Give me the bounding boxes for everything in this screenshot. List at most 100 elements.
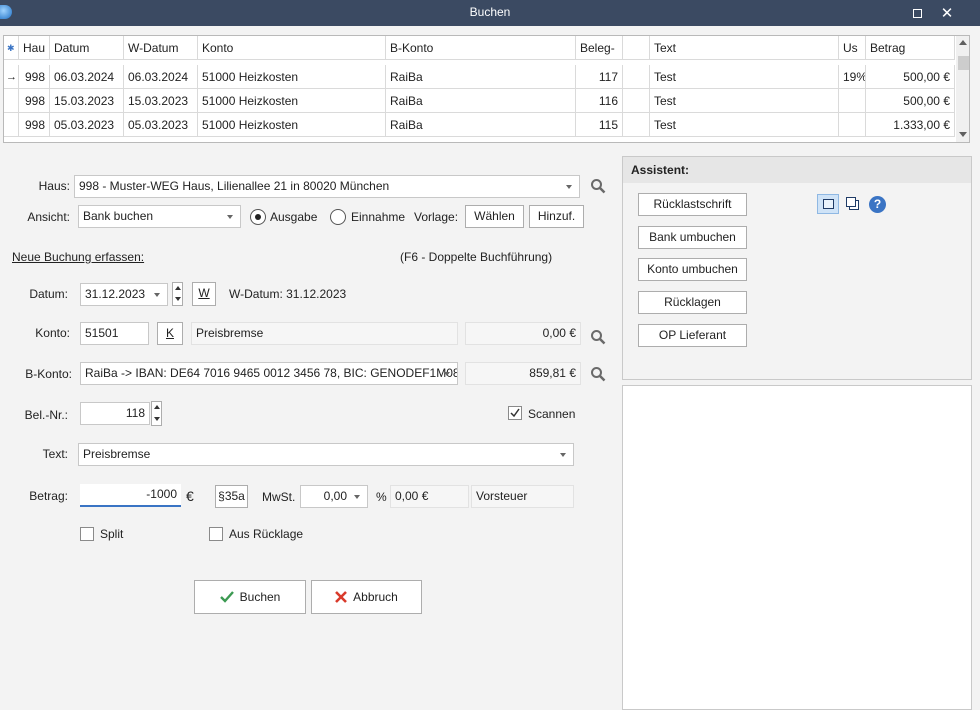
ruecklastschrift-button[interactable]: Rücklastschrift <box>638 193 747 216</box>
select-all-icon[interactable]: ✱ <box>4 36 19 60</box>
konto-search-icon[interactable] <box>590 329 606 345</box>
stepper-up-icon[interactable] <box>175 286 181 290</box>
table-row[interactable]: → 998 06.03.2024 06.03.2024 51000 Heizko… <box>4 65 955 89</box>
single-window-button[interactable] <box>817 194 839 214</box>
details-panel <box>622 385 972 710</box>
help-icon[interactable]: ? <box>869 196 886 213</box>
datum-label: Datum: <box>29 287 68 301</box>
table-cell: 06.03.2024 <box>50 65 124 89</box>
table-cell: 19% <box>839 65 866 89</box>
datum-stepper[interactable] <box>172 282 183 306</box>
belnr-field[interactable]: 118 <box>80 402 150 425</box>
bkonto-select[interactable]: RaiBa -> IBAN: DE64 7016 9465 0012 3456 … <box>80 362 458 385</box>
scannen-checkbox[interactable] <box>508 406 522 420</box>
scroll-thumb[interactable] <box>958 56 969 70</box>
split-checkbox[interactable] <box>80 527 94 541</box>
cascade-windows-icon <box>846 197 856 207</box>
stepper-down-icon[interactable] <box>175 297 181 301</box>
column-header[interactable]: Konto <box>198 36 386 60</box>
haus-search-icon[interactable] <box>590 178 606 194</box>
table-row[interactable]: 998 05.03.2023 05.03.2023 51000 Heizkost… <box>4 113 955 137</box>
title-bar: Buchen ✕ <box>0 0 980 26</box>
neue-buchung-heading: Neue Buchung erfassen: <box>12 250 145 264</box>
table-cell: 05.03.2023 <box>124 113 198 137</box>
table-cell <box>623 113 650 137</box>
ruecklagen-button[interactable]: Rücklagen <box>638 291 747 314</box>
waehlen-button[interactable]: Wählen <box>465 205 524 228</box>
column-header[interactable]: Betrag <box>866 36 955 60</box>
row-indicator <box>4 89 19 113</box>
booking-grid[interactable]: ✱ Hau Datum W-Datum Konto B-Konto Beleg-… <box>3 35 970 143</box>
column-header[interactable]: Us <box>839 36 866 60</box>
bkonto-label: B-Konto: <box>25 367 72 381</box>
haus-select[interactable]: 998 - Muster-WEG Haus, Lilienallee 21 in… <box>74 175 580 198</box>
buchen-button[interactable]: Buchen <box>194 580 306 614</box>
column-header[interactable]: W-Datum <box>124 36 198 60</box>
close-button[interactable]: ✕ <box>924 0 970 26</box>
konto-field[interactable]: 51501 <box>80 322 149 345</box>
bkonto-search-icon[interactable] <box>590 366 606 382</box>
table-cell: 500,00 € <box>866 89 955 113</box>
op-lieferant-button[interactable]: OP Lieferant <box>638 324 747 347</box>
w-datum-text: W-Datum: 31.12.2023 <box>229 287 347 301</box>
table-cell: RaiBa <box>386 89 576 113</box>
text-select[interactable]: Preisbremse <box>78 443 574 466</box>
row-indicator <box>4 113 19 137</box>
window-title: Buchen <box>469 5 511 19</box>
buchen-label: Buchen <box>239 589 281 604</box>
column-header[interactable]: Text <box>650 36 839 60</box>
table-cell: 116 <box>576 89 623 113</box>
scroll-up-icon[interactable] <box>959 40 967 45</box>
table-cell: 998 <box>19 113 50 137</box>
bkonto-amount: 859,81 € <box>465 362 581 385</box>
cancel-icon <box>335 591 348 603</box>
checkmark-icon <box>510 408 520 418</box>
vorsteuer-field: Vorsteuer <box>471 485 574 508</box>
window-icon <box>823 199 834 209</box>
f6-hint: (F6 - Doppelte Buchführung) <box>400 250 553 264</box>
konto-name: Preisbremse <box>191 322 458 345</box>
abbruch-button[interactable]: Abbruch <box>311 580 422 614</box>
w-datum-button[interactable]: W <box>192 282 216 306</box>
bank-umbuchen-button[interactable]: Bank umbuchen <box>638 226 747 249</box>
datum-field[interactable]: 31.12.2023 <box>80 283 168 306</box>
scroll-down-icon[interactable] <box>959 132 967 137</box>
maximize-icon <box>912 8 922 18</box>
mwst-amount: 0,00 € <box>390 485 469 508</box>
column-header[interactable]: Hau <box>19 36 50 60</box>
assistant-panel: Assistent: Rücklastschrift Bank umbuchen… <box>622 156 972 380</box>
table-cell: 51000 Heizkosten <box>198 113 386 137</box>
close-icon: ✕ <box>940 5 954 22</box>
einnahme-radio[interactable] <box>330 209 346 225</box>
konto-k-button[interactable]: K <box>157 322 183 345</box>
belnr-label: Bel.-Nr.: <box>24 408 68 422</box>
column-header[interactable] <box>623 36 650 60</box>
table-cell: Test <box>650 89 839 113</box>
aus-ruecklage-checkbox[interactable] <box>209 527 223 541</box>
betrag-field[interactable]: -1000 <box>80 484 181 507</box>
mwst-select[interactable]: 0,00 <box>300 485 368 508</box>
aus-ruecklage-label: Aus Rücklage <box>229 527 304 541</box>
ausgabe-label: Ausgabe <box>270 210 318 224</box>
table-cell: 51000 Heizkosten <box>198 89 386 113</box>
table-cell: 15.03.2023 <box>124 89 198 113</box>
table-cell <box>839 89 866 113</box>
hinzufuegen-button[interactable]: Hinzuf. <box>529 205 584 228</box>
cascade-window-button[interactable] <box>845 196 861 212</box>
column-header[interactable]: B-Konto <box>386 36 576 60</box>
para35a-button[interactable]: §35a <box>215 485 248 508</box>
belnr-stepper[interactable] <box>151 401 162 426</box>
konto-umbuchen-button[interactable]: Konto umbuchen <box>638 258 747 281</box>
ansicht-select[interactable]: Bank buchen <box>78 205 241 228</box>
table-cell: 06.03.2024 <box>124 65 198 89</box>
table-cell: 115 <box>576 113 623 137</box>
column-header[interactable]: Datum <box>50 36 124 60</box>
table-row[interactable]: 998 15.03.2023 15.03.2023 51000 Heizkost… <box>4 89 955 113</box>
stepper-up-icon[interactable] <box>154 405 160 409</box>
stepper-down-icon[interactable] <box>154 417 160 421</box>
grid-scrollbar[interactable] <box>956 36 969 142</box>
table-cell: 998 <box>19 89 50 113</box>
column-header[interactable]: Beleg- <box>576 36 623 60</box>
ausgabe-radio[interactable] <box>250 209 266 225</box>
table-cell <box>623 65 650 89</box>
